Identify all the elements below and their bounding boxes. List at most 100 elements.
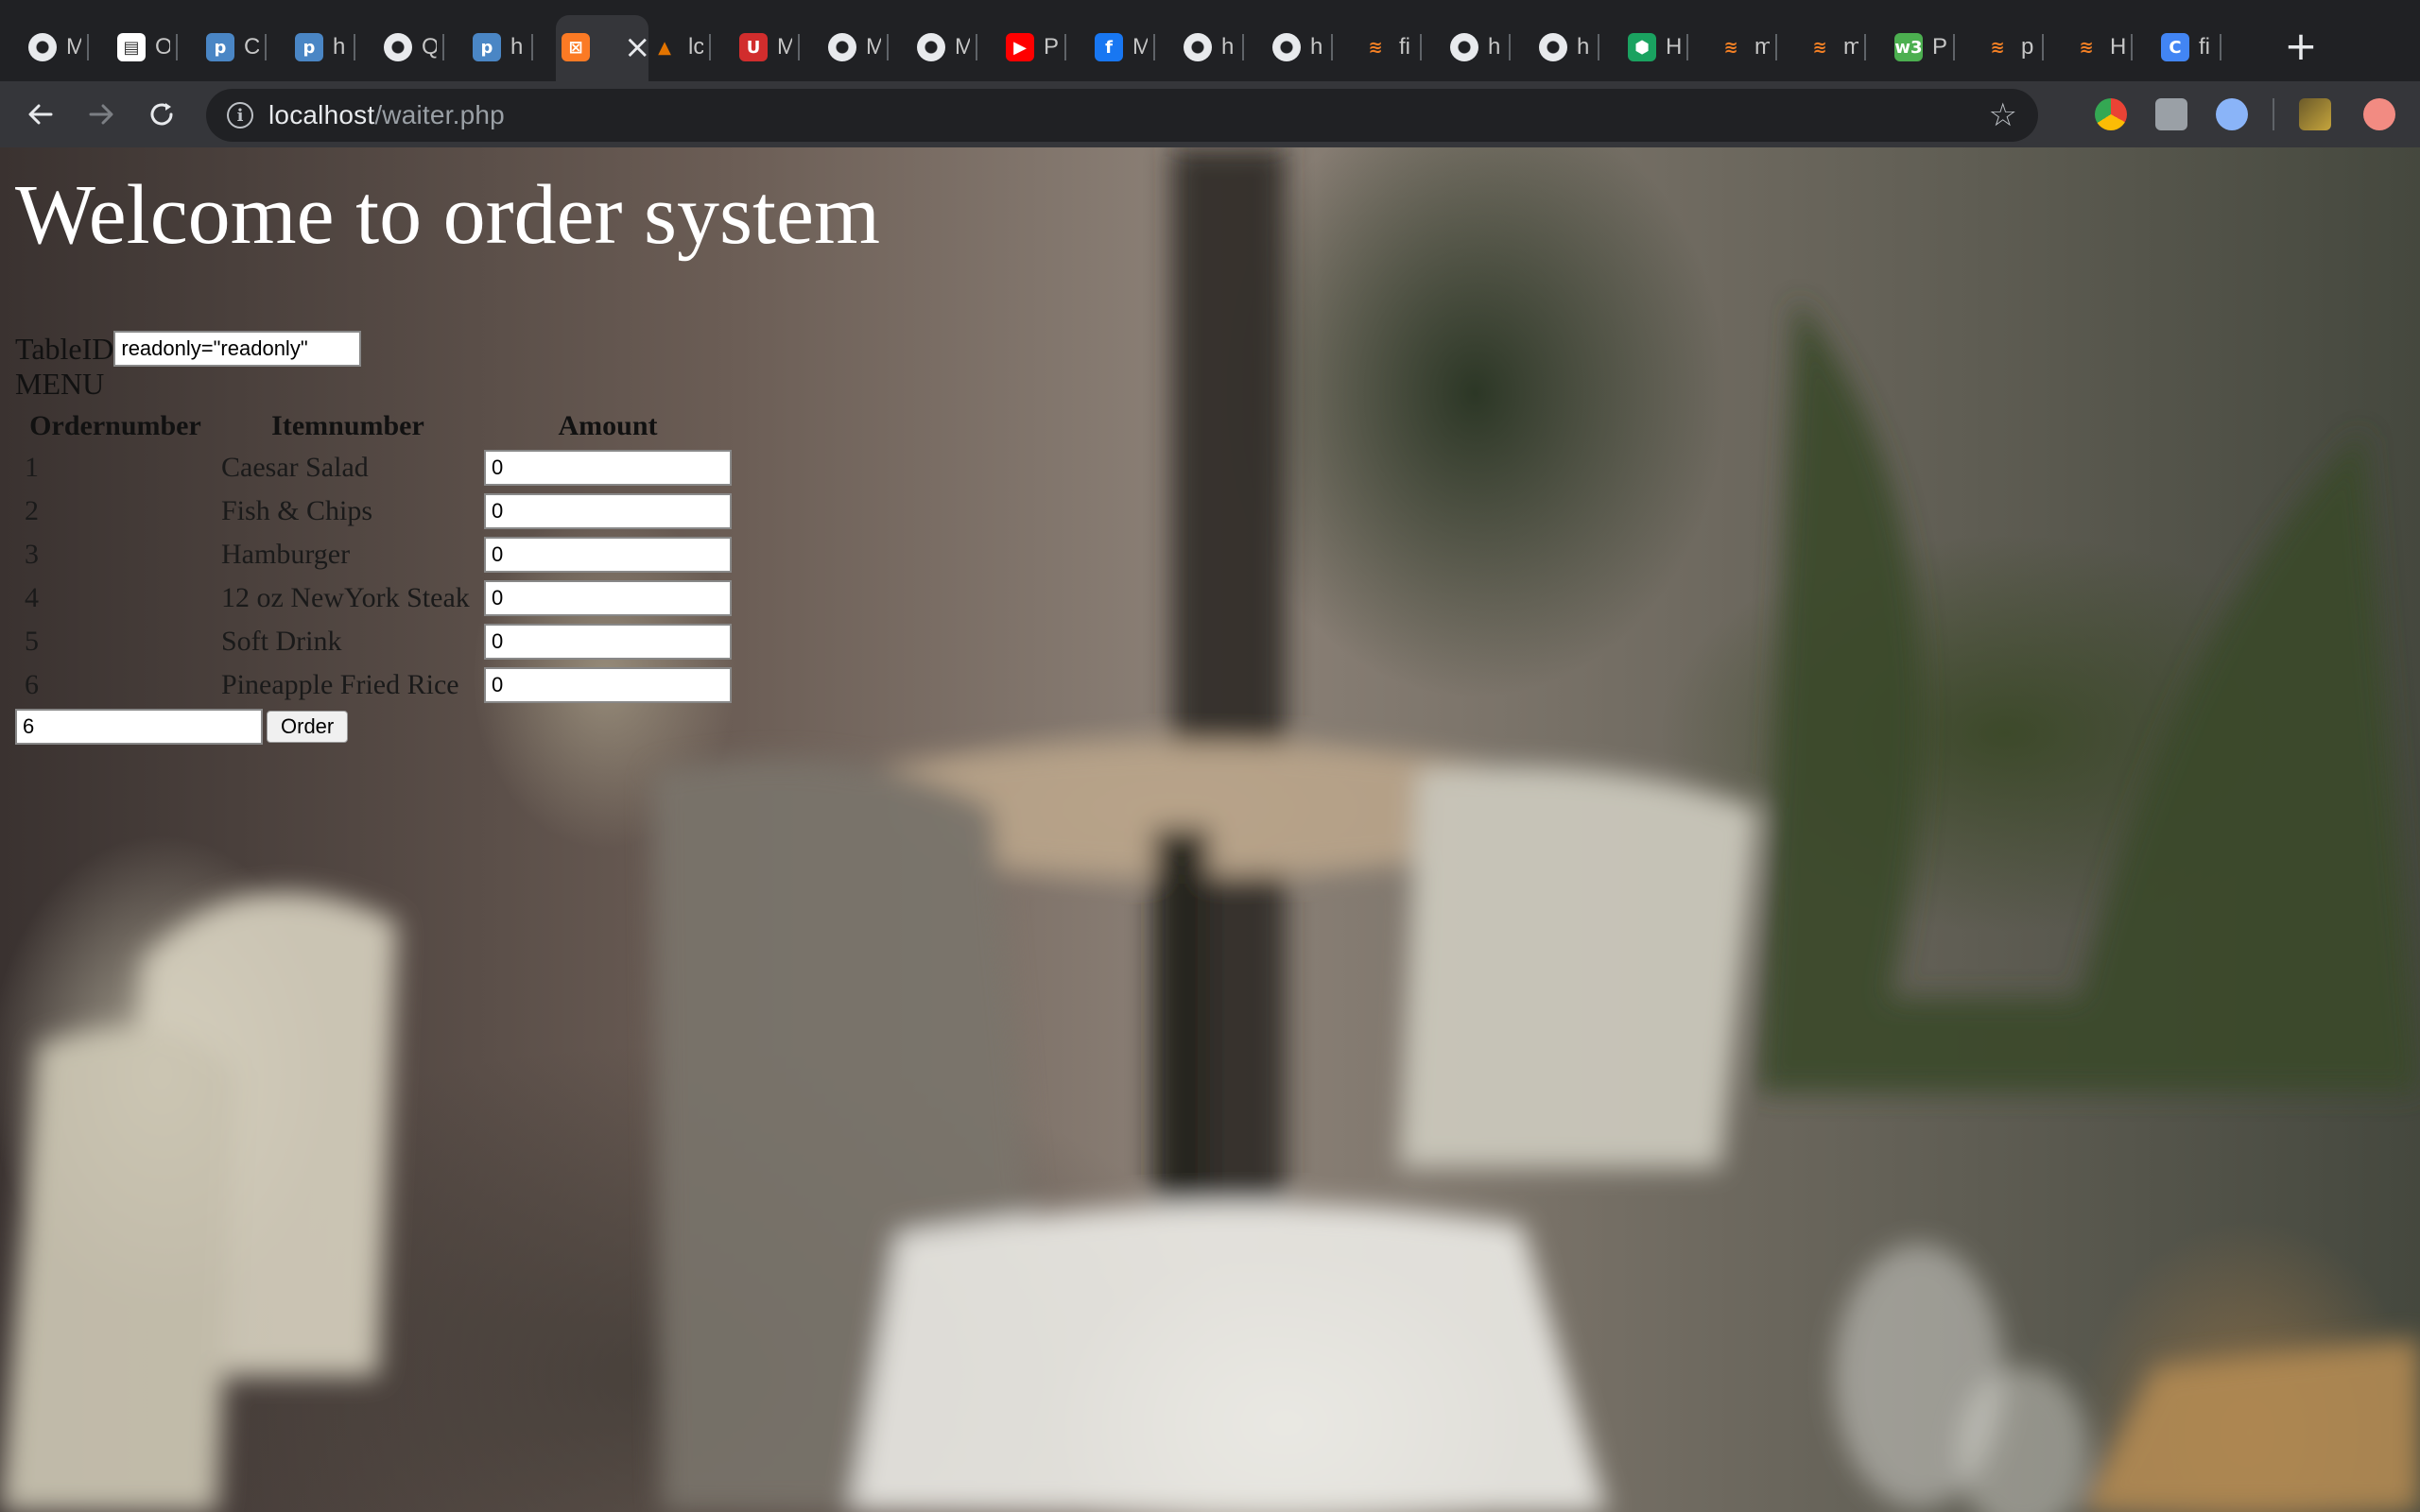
tab-title: h xyxy=(1310,34,1323,60)
page-title: Welcome to order system xyxy=(15,168,880,262)
back-button[interactable] xyxy=(19,93,62,136)
amount-input-caesar-salad[interactable] xyxy=(484,450,732,486)
tableid-input[interactable] xyxy=(113,331,362,367)
browser-tab[interactable]: h xyxy=(1450,26,1511,68)
url-path: /waiter.php xyxy=(374,100,505,129)
document-icon: ▤ xyxy=(117,33,146,61)
tab-separator xyxy=(1686,34,1688,60)
amount-cell xyxy=(484,665,732,705)
globe-icon xyxy=(1272,33,1301,61)
tab-separator xyxy=(1598,34,1599,60)
forward-button[interactable] xyxy=(79,93,123,136)
tab-separator xyxy=(531,34,533,60)
browser-tab[interactable]: UM xyxy=(739,26,800,68)
toolbar-divider xyxy=(2273,98,2274,130)
globe-icon xyxy=(384,33,412,61)
tab-separator xyxy=(176,34,178,60)
tab-separator xyxy=(1509,34,1511,60)
item-name-cell: Caesar Salad xyxy=(221,452,369,483)
stackoverflow-icon: ≋ xyxy=(1368,37,1383,58)
tab-title: fi xyxy=(1399,34,1410,60)
browser-tab[interactable]: ≋ m xyxy=(1717,26,1777,68)
order-row: Order xyxy=(15,709,349,745)
browser-tab[interactable]: ⊠ × xyxy=(562,26,648,68)
table-row: 6 Pineapple Fried Rice xyxy=(19,665,732,705)
reload-button[interactable] xyxy=(140,93,183,136)
p-logo-icon: p xyxy=(473,33,501,61)
item-name-cell: Hamburger xyxy=(221,539,351,570)
xampp-icon: ⊠ xyxy=(562,33,590,61)
tab-separator xyxy=(354,34,355,60)
browser-tab[interactable]: ▲ lc xyxy=(650,26,711,68)
globe-icon xyxy=(28,33,57,61)
order-page: Welcome to order system TableID MENU Ord… xyxy=(0,147,2420,1512)
amount-input-fish-and-chips[interactable] xyxy=(484,493,732,529)
browser-tab[interactable]: ▤ O xyxy=(117,26,178,68)
tableid-row: TableID xyxy=(15,331,362,367)
item-name-cell: 12 oz NewYork Steak xyxy=(221,582,470,613)
tab-title: p xyxy=(2021,34,2034,60)
browser-tab[interactable]: pC xyxy=(206,26,267,68)
url-host: localhost xyxy=(268,100,375,129)
url-text[interactable]: localhost/waiter.php xyxy=(268,100,505,130)
browser-tab[interactable]: ≋ m xyxy=(1806,26,1866,68)
tab-separator xyxy=(265,34,267,60)
browser-tab[interactable]: w3 P xyxy=(1894,26,1955,68)
site-info-icon[interactable]: i xyxy=(227,102,253,129)
browser-tab[interactable]: ≋ H xyxy=(2072,26,2133,68)
tableid-label: TableID xyxy=(15,331,114,366)
tab-title: P xyxy=(1932,34,1947,60)
order-number-cell: 4 xyxy=(25,582,39,613)
browser-tab[interactable]: M xyxy=(917,26,977,68)
browser-tab[interactable]: fM xyxy=(1095,26,1155,68)
page-viewport: Welcome to order system TableID MENU Ord… xyxy=(0,147,2420,1512)
browser-tab[interactable]: ph xyxy=(473,26,533,68)
tab-separator xyxy=(976,34,977,60)
tab-title: H xyxy=(2110,34,2125,60)
facebook-icon: f xyxy=(1095,33,1123,61)
browser-tab[interactable]: M xyxy=(28,26,89,68)
tab-title: h xyxy=(1577,34,1590,60)
browser-tab[interactable]: ph xyxy=(295,26,355,68)
tab-title: M xyxy=(955,34,970,60)
tab-separator xyxy=(2220,34,2221,60)
profile-avatar-icon[interactable] xyxy=(2299,98,2331,130)
browser-tab[interactable]: ▶ P xyxy=(1006,26,1066,68)
tab-title: Q xyxy=(422,34,437,60)
globe-icon xyxy=(828,33,856,61)
bird-extension-icon[interactable] xyxy=(2216,98,2248,130)
menu-table: Ordernumber Itemnumber Amount 1 Caesar S… xyxy=(15,404,735,709)
browser-tab[interactable]: h xyxy=(1272,26,1333,68)
tab-strip: M ▤ Op Cp h Qp h ⊠ × ▲ lc U M M M ▶ Pf Mh h ≋ fi h h ⬢ H ≋ m ≋ m w3 P ≋… xyxy=(0,0,2420,81)
browser-tab[interactable]: h xyxy=(1184,26,1244,68)
amount-input-hamburger[interactable] xyxy=(484,537,732,573)
order-button[interactable]: Order xyxy=(267,711,349,743)
chrome-extension-icon[interactable] xyxy=(2095,98,2127,130)
browser-tab[interactable]: M xyxy=(828,26,889,68)
back-arrow-icon xyxy=(28,104,53,125)
table-row: 4 12 oz NewYork Steak xyxy=(19,578,732,618)
ubc-canvas-icon: U xyxy=(739,33,768,61)
order-count-input[interactable] xyxy=(15,709,263,745)
menu-heading: MENU xyxy=(15,367,105,401)
browser-tab[interactable]: Cfi xyxy=(2161,26,2221,68)
stackoverflow-icon: ≋ xyxy=(1812,37,1827,58)
stackoverflow-icon: ≋ xyxy=(1990,37,2005,58)
amount-input-newyork-steak[interactable] xyxy=(484,580,732,616)
amount-input-soft-drink[interactable] xyxy=(484,624,732,660)
amount-input-pineapple-fried-rice[interactable] xyxy=(484,667,732,703)
close-tab-icon[interactable]: × xyxy=(624,28,648,66)
address-bar[interactable]: i localhost/waiter.php ☆ xyxy=(206,89,2038,142)
p-logo-icon: p xyxy=(206,33,234,61)
tampermonkey-icon[interactable] xyxy=(2155,98,2187,130)
update-icon[interactable] xyxy=(2363,98,2395,130)
bookmark-star-icon[interactable]: ☆ xyxy=(1989,96,2017,134)
browser-tab[interactable]: h xyxy=(1539,26,1599,68)
browser-tab[interactable]: ≋ p xyxy=(1983,26,2044,68)
browser-tab[interactable]: ≋ fi xyxy=(1361,26,1422,68)
new-tab-button[interactable]: + xyxy=(2280,23,2322,69)
item-name-cell: Fish & Chips xyxy=(221,495,373,526)
browser-tab[interactable]: Q xyxy=(384,26,444,68)
mountain-icon: ▲ xyxy=(658,37,671,58)
browser-tab[interactable]: ⬢ H xyxy=(1628,26,1688,68)
